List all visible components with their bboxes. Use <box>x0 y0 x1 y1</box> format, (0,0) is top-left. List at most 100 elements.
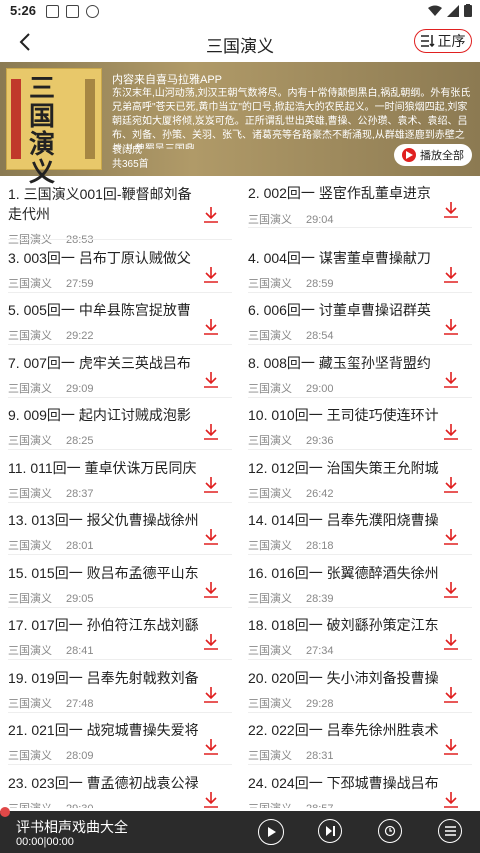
sort-order-button[interactable]: 正序 <box>414 29 472 53</box>
episode-duration: 28:41 <box>66 645 94 657</box>
episode-title: 18. 018回一 破刘繇孙策定江东 <box>248 617 439 633</box>
download-icon[interactable] <box>442 476 460 494</box>
episode-item[interactable]: 16. 016回一 张翼德醉酒失徐州 三国演义 28:39 <box>240 556 472 608</box>
episode-meta: 三国演义 29:22 <box>8 327 94 343</box>
episode-item[interactable]: 11. 011回一 董卓伏诛万民同庆 三国演义 28:37 <box>0 451 232 503</box>
episode-item[interactable]: 7. 007回一 虎牢关三英战吕布 三国演义 29:09 <box>0 346 232 398</box>
download-icon[interactable] <box>202 371 220 389</box>
episode-item[interactable]: 14. 014回一 吕奉先濮阳烧曹操 三国演义 28:18 <box>240 503 472 555</box>
download-icon[interactable] <box>202 528 220 546</box>
episode-album: 三国演义 <box>248 214 292 226</box>
download-icon[interactable] <box>202 423 220 441</box>
playlist-button[interactable] <box>438 819 462 843</box>
download-icon[interactable] <box>202 318 220 336</box>
download-icon[interactable] <box>442 738 460 756</box>
download-icon[interactable] <box>442 581 460 599</box>
episode-item[interactable]: 3. 003回一 吕布丁原认贼做父 三国演义 27:59 <box>0 241 232 293</box>
play-all-label: 播放全部 <box>420 150 464 162</box>
next-button[interactable] <box>318 819 342 843</box>
episode-title: 2. 002回一 竖宦作乱董卓进京 <box>248 185 431 201</box>
download-icon[interactable] <box>202 206 220 224</box>
wifi-icon <box>428 5 442 16</box>
episode-item[interactable]: 24. 024回一 下邳城曹操战吕布三国演义 28:57 <box>240 766 472 809</box>
download-icon[interactable] <box>442 371 460 389</box>
download-icon[interactable] <box>442 201 460 219</box>
episode-title: 17. 017回一 孙伯符江东战刘繇 <box>8 617 199 633</box>
episode-meta: 三国演义 28:59 <box>248 275 334 291</box>
episode-meta: 三国演义 29:09 <box>8 380 94 396</box>
episode-title: 19. 019回一 吕奉先射戟救刘备 <box>8 669 199 686</box>
episode-album: 三国演义 <box>8 540 52 552</box>
episode-title: 15. 015回一 败吕布孟德平山东 <box>8 564 199 581</box>
download-icon[interactable] <box>202 738 220 756</box>
episode-item[interactable]: 18. 018回一 破刘繇孙策定江东 三国演义 27:34 <box>240 608 472 660</box>
episode-duration: 29:00 <box>306 382 334 395</box>
play-button[interactable] <box>258 819 284 845</box>
download-icon[interactable] <box>442 528 460 546</box>
episode-meta: 三国演义 28:37 <box>8 485 94 501</box>
episode-item[interactable]: 17. 017回一 孙伯符江东战刘繇 三国演义 28:41 <box>0 608 232 660</box>
cover-stripe-right <box>85 79 95 159</box>
download-icon[interactable] <box>442 791 460 809</box>
episode-count: 共365首 <box>112 159 149 170</box>
mini-player[interactable]: 评书相声戏曲大全 00:00|00:00 <box>0 807 480 853</box>
episode-duration: 29:28 <box>306 697 334 710</box>
player-indicator <box>0 807 10 817</box>
episode-item[interactable]: 13. 013回一 报父仇曹操战徐州 三国演义 28:01 <box>0 503 232 555</box>
episode-item[interactable]: 21. 021回一 战宛城曹操失爱将 三国演义 28:09 <box>0 713 232 765</box>
episode-duration: 26:42 <box>306 487 334 500</box>
episode-item[interactable]: 5. 005回一 中牟县陈宫捉放曹 三国演义 29:22 <box>0 293 232 345</box>
episode-meta: 三国演义 27:48 <box>8 695 94 711</box>
episode-album: 三国演义 <box>248 803 292 809</box>
episode-meta: 三国演义 28:18 <box>248 537 334 553</box>
episode-album: 三国演义 <box>248 277 292 290</box>
episode-title: 3. 003回一 吕布丁原认贼做父 <box>8 249 191 266</box>
cover-title: 三国演义 <box>29 74 56 188</box>
episode-album: 三国演义 <box>8 697 52 710</box>
episode-duration: 27:34 <box>306 645 334 657</box>
episode-duration: 27:59 <box>66 277 94 290</box>
signal-icon <box>447 4 459 17</box>
download-icon[interactable] <box>202 633 220 651</box>
download-icon[interactable] <box>202 686 220 704</box>
episode-item[interactable]: 15. 015回一 败吕布孟德平山东 三国演义 29:05 <box>0 556 232 608</box>
episode-item[interactable]: 4. 004回一 谋害董卓曹操献刀 三国演义 28:59 <box>240 241 472 293</box>
episode-meta: 三国演义 28:01 <box>8 537 94 553</box>
download-icon[interactable] <box>202 266 220 284</box>
episode-title: 20. 020回一 失小沛刘备投曹操 <box>248 669 439 686</box>
episode-meta: 三国演义 29:30 <box>8 800 94 809</box>
episode-item[interactable]: 12. 012回一 治国失策王允附城 三国演义 26:42 <box>240 451 472 503</box>
play-all-button[interactable]: 播放全部 <box>394 144 472 166</box>
episode-item[interactable]: 1. 三国演义001回-鞭督邮刘备走代州 三国演义 28:53 <box>0 176 232 246</box>
episode-item[interactable]: 8. 008回一 藏玉玺孙坚背盟约 三国演义 29:00 <box>240 346 472 398</box>
timer-button[interactable] <box>378 819 402 843</box>
episode-title: 9. 009回一 起内讧讨贼成泡影 <box>8 407 191 423</box>
play-icon <box>268 827 276 837</box>
episode-meta: 三国演义 28:25 <box>8 432 94 448</box>
episode-item[interactable]: 20. 020回一 失小沛刘备投曹操 三国演义 29:28 <box>240 661 472 713</box>
episode-duration: 29:05 <box>66 592 94 605</box>
download-icon[interactable] <box>442 686 460 704</box>
episode-meta: 三国演义 29:28 <box>248 695 334 711</box>
episode-item[interactable]: 19. 019回一 吕奉先射戟救刘备 三国演义 27:48 <box>0 661 232 713</box>
episode-item[interactable]: 9. 009回一 起内讧讨贼成泡影 三国演义 28:25 <box>0 398 232 450</box>
episode-duration: 28:59 <box>306 277 334 290</box>
notification-icon <box>46 5 59 18</box>
download-icon[interactable] <box>442 266 460 284</box>
episode-item[interactable]: 6. 006回一 讨董卓曹操诏群英 三国演义 28:54 <box>240 293 472 345</box>
download-icon[interactable] <box>202 791 220 809</box>
download-icon[interactable] <box>442 318 460 336</box>
episode-item[interactable]: 10. 010回一 王司徒巧使连环计 三国演义 29:36 <box>240 398 472 450</box>
status-time: 5:26 <box>10 3 37 18</box>
download-icon[interactable] <box>442 633 460 651</box>
episode-item[interactable]: 23. 023回一 曹孟德初战袁公禄三国演义 29:30 <box>0 766 232 809</box>
episode-album: 三国演义 <box>248 592 292 605</box>
episode-item[interactable]: 22. 022回一 吕奉先徐州胜袁术 三国演义 28:31 <box>240 713 472 765</box>
album-description: 东汉末年,山河动荡,刘汉王朝气数将尽。内有十常侍颠倒黑白,祸乱朝纲。外有张氏兄弟… <box>112 88 471 149</box>
download-icon[interactable] <box>202 581 220 599</box>
player-time: 00:00|00:00 <box>16 836 74 848</box>
episode-item[interactable]: 2. 002回一 竖宦作乱董卓进京 三国演义 29:04 <box>240 176 472 228</box>
download-icon[interactable] <box>202 476 220 494</box>
download-icon[interactable] <box>442 423 460 441</box>
episode-duration: 29:30 <box>66 803 94 809</box>
